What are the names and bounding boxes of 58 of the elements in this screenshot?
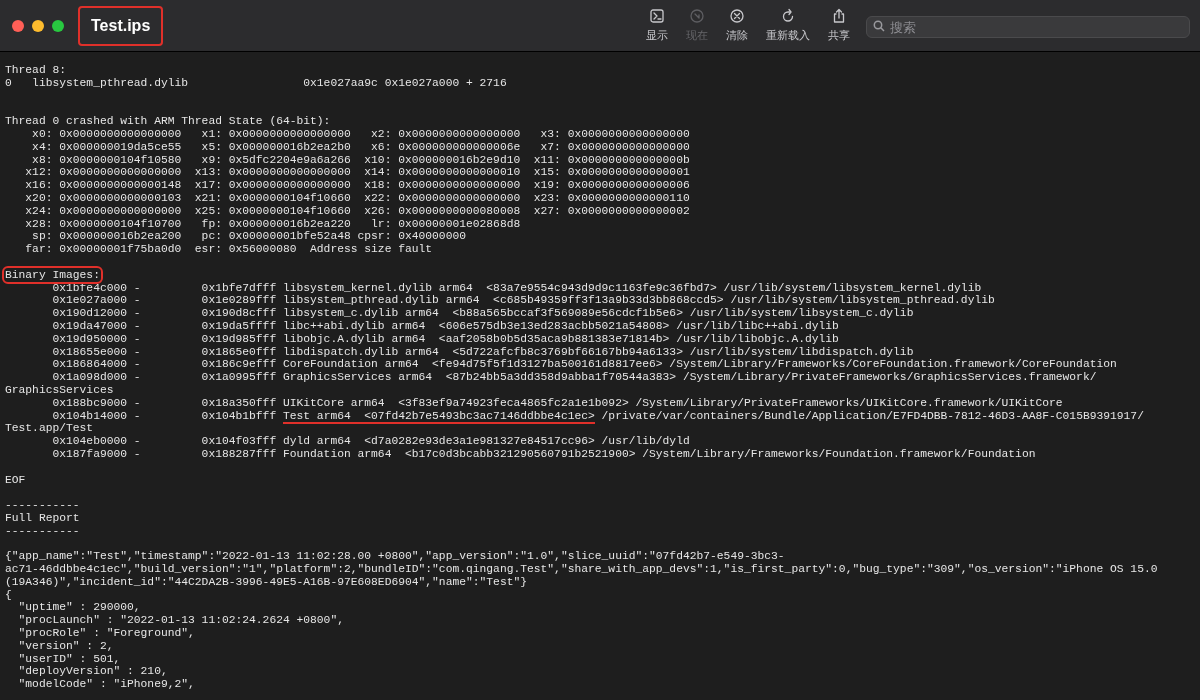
log-line: far: 0x00000001f75ba0d0 esr: 0x56000080 Address size fault — [24, 243, 433, 256]
log-line: Thread 0 crashed with ARM Thread State (64-bit): — [5, 115, 331, 128]
log-line: 0x1a098d000 - 0x1a0995fff GraphicsServices arm64 <87b24bb5a3dd358d9abba1f70544a383> /System/Library/PrivateFrameworks/GraphicsServices.framework/ — [51, 371, 1097, 384]
log-line: "version" : 2, — [17, 639, 114, 652]
log-line: Full Report — [5, 511, 80, 524]
log-line: "procLaunch" : "2022-01-13 11:02:24.2624 +0800", — [17, 614, 344, 627]
log-line: ----------- — [5, 524, 80, 537]
log-line: sp: 0x000000016b2ea200 pc: 0x00000001bfe52a48 cpsr: 0x40000000 — [31, 230, 466, 243]
log-line: 0x104eb0000 - 0x104f03fff dyld arm64 <d7a0282e93de3a1e981327e84517cc96> /usr/lib/dyld — [51, 435, 690, 448]
log-line: Test.app/Test — [5, 422, 94, 435]
log-line: GraphicsServices — [5, 383, 114, 396]
log-line: Thread 8: — [5, 64, 66, 76]
toolbar-button[interactable]: 显示 — [642, 7, 672, 44]
log-line: 0x18655e000 - 0x1865e0fff libdispatch.dylib arm64 <5d722afcfb8c3769bf66167bb94a6133> /usr/lib/system/libdispatch.dylib — [51, 345, 914, 358]
close-window-button[interactable] — [12, 19, 24, 32]
zoom-window-button[interactable] — [52, 19, 64, 32]
log-line: "uptime" : 290000, — [17, 601, 141, 614]
log-line: x20: 0x0000000000000103 x21: 0x0000000104f10660 x22: 0x0000000000000000 x23: 0x0000000000000110 — [24, 191, 690, 204]
log-line: {"app_name":"Test","timestamp":"2022-01-13 11:02:28.00 +0800","app_version":"1.0","slice_uuid":"07fd42b7-e549-3bc3- — [5, 550, 785, 563]
toolbar-button[interactable]: 清除 — [722, 7, 752, 44]
minimize-window-button[interactable] — [32, 19, 44, 32]
log-line: 0 libsystem_pthread.dylib 0x1e027aa9c 0x1e027a000 + 2716 — [5, 76, 507, 89]
log-line: EOF — [5, 473, 26, 486]
log-line: x8: 0x0000000104f10580 x9: 0x5dfc2204e9a6a266 x10: 0x000000016b2e9d10 x11: 0x000000000000000b — [31, 153, 690, 166]
log-text: 0x104b14000 - 0x104b1bfff — [51, 409, 278, 422]
log-line: ----------- — [5, 499, 80, 512]
log-line: x12: 0x0000000000000000 x13: 0x0000000000000000 x14: 0x0000000000000010 x15: 0x0000000000000001 — [24, 166, 690, 179]
log-line: "userID" : 501, — [17, 652, 121, 665]
log-line: "modelCode" : "iPhone9,2", — [17, 678, 195, 691]
log-line: x24: 0x0000000000000000 x25: 0x0000000104f10660 x26: 0x0000000000080008 x27: 0x0000000000000002 — [24, 204, 690, 217]
underlined-text: Test arm64 <07fd42b7e5493bc3ac7146ddbbe4c1ec> — [282, 409, 595, 424]
log-line: 0x19d950000 - 0x19d985fff libobjc.A.dylib arm64 <aaf2058b0b5d35aca9b881383e71814b> /usr/lib/libobjc.A.dylib — [51, 332, 839, 345]
log-line: 0x190d12000 - 0x190d8cfff libsystem_c.dylib arm64 <b88a565bccaf3f569089e56cdcf1b5e6> /usr/lib/system/libsystem_c.dylib — [51, 307, 914, 320]
search-field[interactable]: 搜索 — [866, 16, 1190, 38]
log-text: /private/var/containers/Bundle/Application/E7FD4DBB-7812-46D3-AA8F-C015B9391917/ — [600, 409, 1144, 422]
log-line: x16: 0x0000000000000148 x17: 0x0000000000000000 x18: 0x0000000000000000 x19: 0x0000000000000006 — [24, 179, 690, 192]
log-line: 0x188bc9000 - 0x18a350fff UIKitCore arm64 <3f83ef9a74923feca4865fc2a1e1b092> /System/Library/PrivateFrameworks/UIKitCore.framework/UIKitCore — [51, 396, 1063, 409]
log-line: { — [5, 588, 12, 601]
share-icon — [831, 7, 847, 24]
log-line: 0x1e027a000 - 0x1e0289fff libsystem_pthread.dylib arm64 <c685b49359ff3f13a9b33d3bb868ccd5> /usr/lib/system/libsystem_pthread.dylib — [51, 294, 995, 307]
highlighted-text: Binary Images: — [5, 268, 100, 281]
log-line: ac71-46ddbbe4c1ec","build_version":"1","platform":2,"bundleID":"com.qingang.Test","share_with_app_devs":1,"is_first_party":0,"bug_type":"309","os_version":"iPhone OS 15.0 — [5, 563, 1158, 576]
log-line: x4: 0x000000019da5ce55 x5: 0x000000016b2ea2b0 x6: 0x000000000000006e x7: 0x0000000000000000 — [31, 140, 690, 153]
log-line: 0x19da47000 - 0x19da5ffff libc++abi.dylib arm64 <606e575db3e13ed283acbb5021a54808> /usr/lib/libc++abi.dylib — [51, 319, 839, 332]
log-line: "procRole" : "Foreground", — [17, 627, 195, 640]
log-line: "deployVersion" : 210, — [17, 665, 168, 678]
log-line: 0x1bfe4c000 - 0x1bfe7dfff libsystem_kernel.dylib arm64 <83a7e9554c943d9d9c1163fe9c36fbd7> /usr/lib/system/libsystem_kernel.dylib — [51, 281, 982, 294]
log-line: 0x187fa9000 - 0x188287fff Foundation arm64 <b17c0d3bcabb321290560791b2521900> /System/Library/Frameworks/Foundation.framework/Foundation — [51, 447, 1036, 460]
reload-icon — [780, 7, 796, 24]
log-line: x28: 0x0000000104f10700 fp: 0x000000016b2ea220 lr: 0x00000001e02868d8 — [24, 217, 521, 230]
log-line: x0: 0x0000000000000000 x1: 0x0000000000000000 x2: 0x0000000000000000 x3: 0x0000000000000000 — [31, 128, 690, 140]
toolbar-button[interactable]: 重新载入 — [762, 7, 814, 44]
search-icon — [873, 19, 885, 32]
clear-icon — [729, 7, 745, 24]
log-line: (19A346)","incident_id":"44C2DA2B-3996-49E5-A16B-97E608ED6904","name":"Test"} — [5, 575, 527, 588]
toolbar-button[interactable]: 共享 — [824, 7, 854, 44]
window-title: Test.ips — [78, 5, 164, 46]
log-line: 0x186864000 - 0x186c9efff CoreFoundation arm64 <fe94d75f5f1d3127ba500161d8817ee6> /System/Library/Frameworks/CoreFoundation.framework/CoreFoundation — [51, 358, 1117, 371]
